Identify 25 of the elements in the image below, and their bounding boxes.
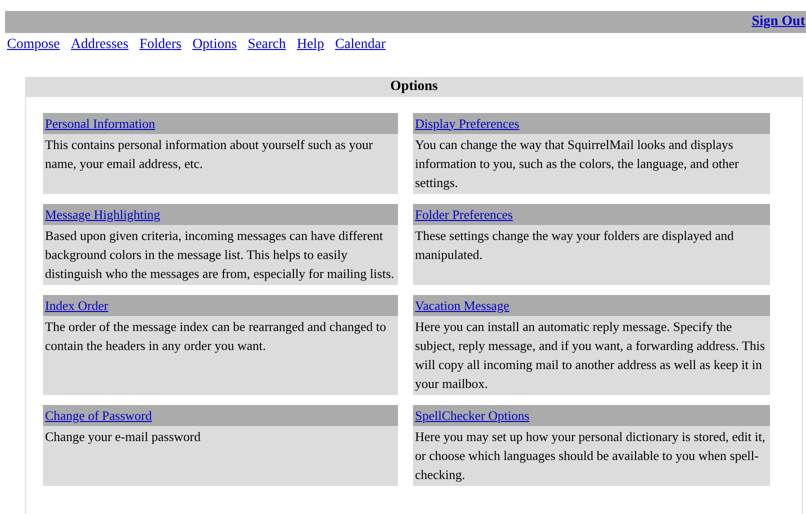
section-link[interactable]: Vacation Message [415, 298, 510, 314]
section-description: These settings change the way your folders are displayed and manipulated. [415, 227, 735, 264]
nav-link[interactable]: Help [296, 37, 324, 53]
nav-link[interactable]: Search [248, 37, 286, 53]
section-link[interactable]: Display Preferences [415, 116, 520, 132]
section-description: You can change the way that SquirrelMail looks and displays information to you, such as the colors, the language, and other settings. [415, 136, 740, 192]
nav-link[interactable]: Compose [7, 37, 60, 53]
section-link[interactable]: Folder Preferences [415, 206, 513, 222]
nav-link[interactable]: Folders [139, 37, 182, 53]
section-description: Here you can install an automatic reply message. Specify the subject, reply message, and if you want, a forwarding address. This will copy all incoming mail to another address as well as keep it in your mailbox. [415, 318, 766, 393]
sign-out-link[interactable]: Sign Out [752, 14, 805, 30]
section-link[interactable]: Message Highlighting [45, 206, 160, 222]
nav-link[interactable]: Calendar [335, 37, 386, 53]
section-description: Based upon given criteria, incoming messages can have different background colors in the message list. This helps to easily distinguish who the messages are from, especially for mailing lists. [45, 227, 396, 283]
section-link[interactable]: Personal Information [45, 116, 156, 132]
section-link[interactable]: Change of Password [45, 408, 152, 424]
nav-link[interactable]: Options [192, 37, 237, 53]
section-link[interactable]: SpellChecker Options [415, 408, 530, 424]
section-description: Here you may set up how your personal dictionary is stored, edit it, or choose which languages should be available to you when spell-checking. [415, 428, 766, 484]
section-description: The order of the message index can be rearranged and changed to contain the headers in any order you want. [45, 318, 388, 355]
section-link[interactable]: Index Order [45, 298, 108, 314]
panel-title: Options [26, 77, 802, 97]
nav-link[interactable]: Addresses [70, 37, 128, 53]
section-description: Change your e-mail password [45, 428, 202, 446]
section-description: This contains personal information about yourself such as your name, your email address, etc. [45, 136, 374, 173]
